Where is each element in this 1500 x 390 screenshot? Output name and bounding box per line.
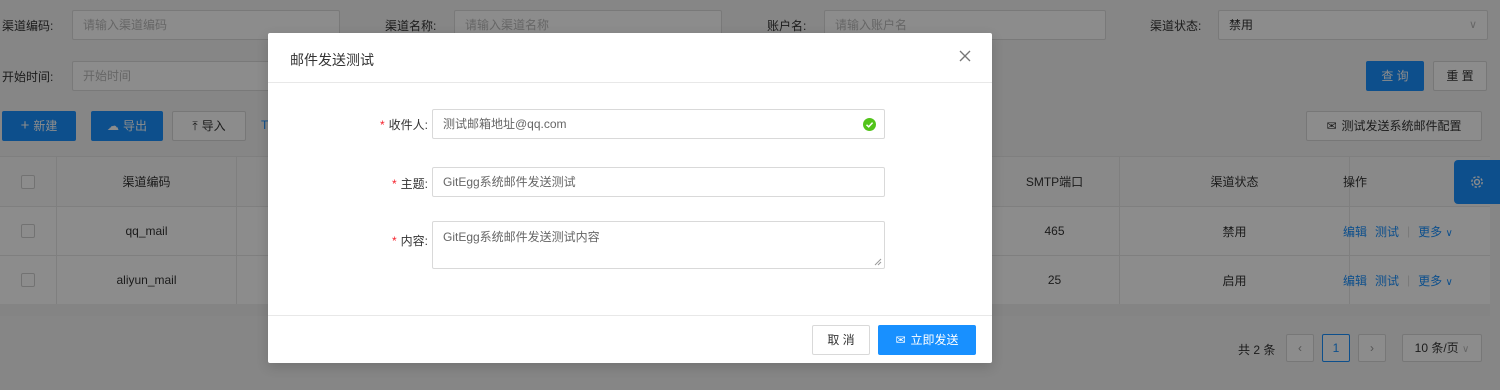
subject-label-text: 主题:: [400, 177, 428, 191]
recipient-input[interactable]: 测试邮箱地址@qq.com: [432, 109, 885, 139]
recipient-value: 测试邮箱地址@qq.com: [443, 117, 567, 131]
modal-title: 邮件发送测试: [290, 52, 374, 68]
required-mark: *: [391, 234, 397, 248]
send-now-button[interactable]: ✉ 立即发送: [878, 325, 976, 355]
recipient-label: * 收件人:: [268, 116, 428, 133]
recipient-label-text: 收件人:: [388, 118, 428, 132]
subject-label: * 主题:: [268, 175, 428, 192]
check-circle-icon: [863, 118, 876, 131]
content-value: GitEgg系统邮件发送测试内容: [443, 230, 600, 244]
modal-footer: 取 消 ✉ 立即发送: [268, 315, 992, 363]
modal-header: 邮件发送测试: [268, 33, 992, 83]
mail-icon: ✉: [895, 333, 906, 347]
content-label: * 内容:: [268, 232, 428, 249]
resize-handle-icon[interactable]: [874, 258, 882, 266]
content-textarea[interactable]: GitEgg系统邮件发送测试内容: [432, 221, 885, 269]
send-now-label: 立即发送: [910, 333, 959, 347]
required-mark: *: [379, 118, 385, 132]
subject-input[interactable]: GitEgg系统邮件发送测试: [432, 167, 885, 197]
content-label-text: 内容:: [400, 234, 428, 248]
cancel-button[interactable]: 取 消: [812, 325, 870, 355]
close-icon[interactable]: [956, 47, 974, 65]
required-mark: *: [391, 177, 397, 191]
email-test-modal: 邮件发送测试 * 收件人: 测试邮箱地址@qq.com * 主题: GitEgg系统…: [268, 33, 992, 363]
